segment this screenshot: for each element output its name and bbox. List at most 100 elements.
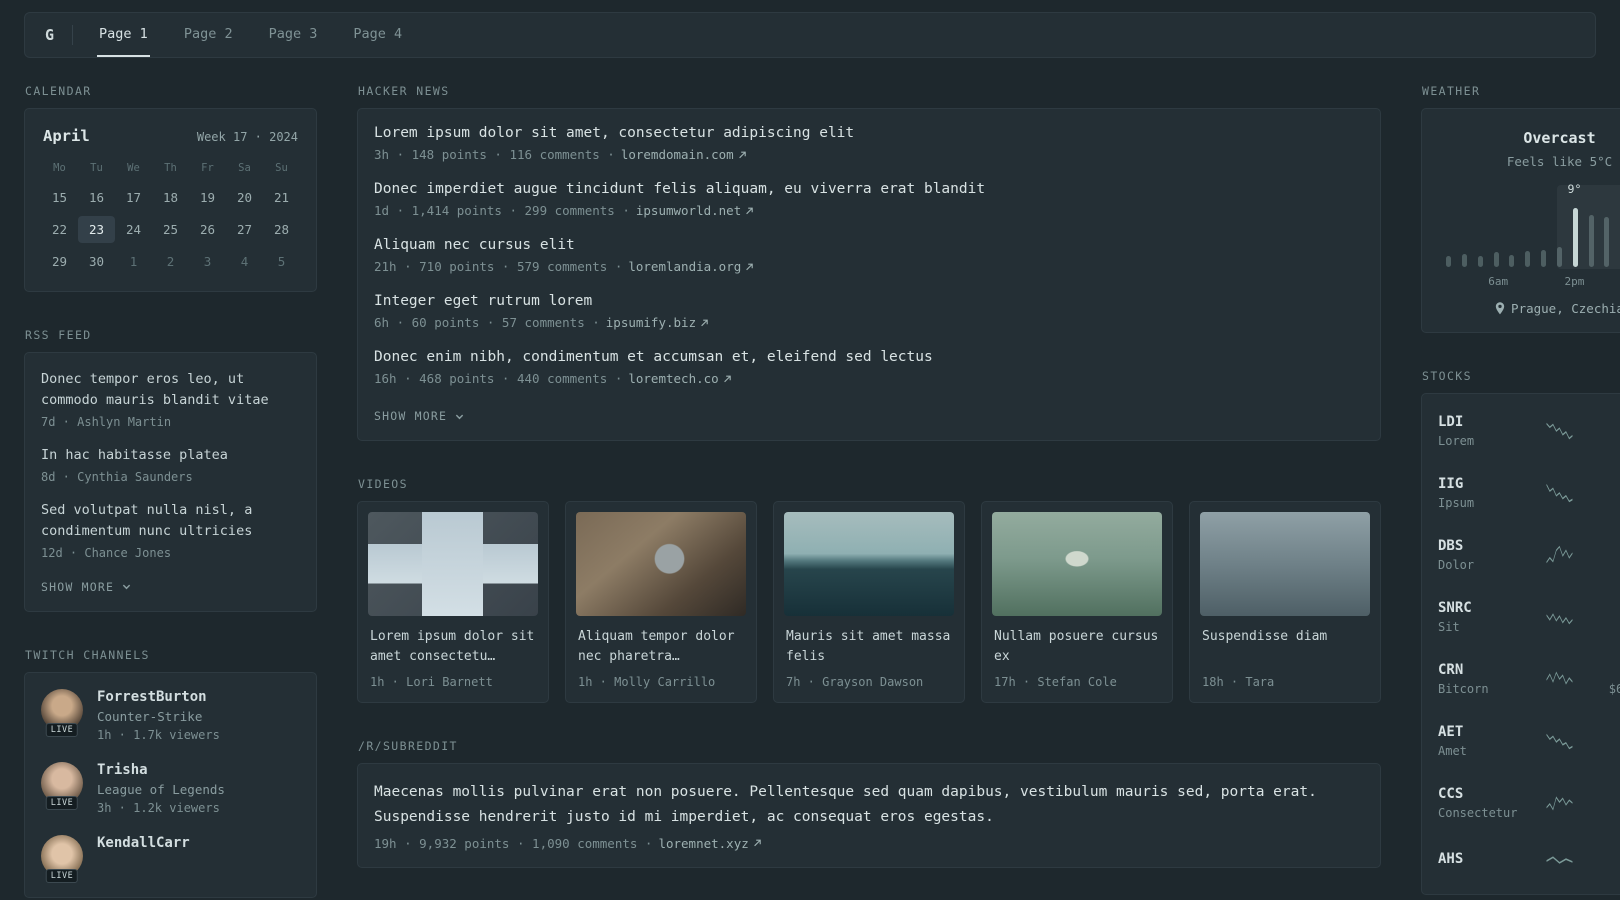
calendar-day: 27 — [236, 222, 253, 237]
calendar-day-next-month: 3 — [203, 254, 212, 269]
calendar-weekday: Su — [275, 162, 288, 174]
videos-row: Lorem ipsum dolor sit amet consectetu… 1… — [357, 501, 1381, 704]
twitch-channel-meta: 3h · 1.2k viewers — [97, 800, 220, 815]
reddit-post-domain-link[interactable]: loremnet.xyz — [658, 836, 761, 851]
video-card[interactable]: Mauris sit amet massa felis 7h · Grayson… — [773, 501, 965, 704]
stock-change: +2.84% — [1585, 477, 1620, 492]
stock-price: $156.28 — [1585, 558, 1620, 572]
weather-time-labels: 6am 2pm 10pm — [1446, 275, 1620, 289]
video-card[interactable]: Suspendisse diam 18h · Tara — [1189, 501, 1381, 704]
video-card[interactable]: Aliquam tempor dolor nec pharetra… 1h · … — [565, 501, 757, 704]
stock-row[interactable]: AHS +0.46% — [1438, 834, 1620, 888]
weather-feels-like: Feels like 5°C — [1506, 154, 1613, 169]
stock-values: +4.35% $795.18 — [1585, 415, 1620, 448]
video-thumbnail[interactable] — [576, 512, 746, 616]
twitch-channel-row[interactable]: LIVE Trisha League of Legends 3h · 1.2k … — [41, 761, 300, 815]
rss-widget: RSS FEED Donec tempor eros leo, ut commo… — [24, 328, 317, 612]
tab-page-1[interactable]: Page 1 — [97, 13, 150, 57]
middle-column: HACKER NEWS Lorem ipsum dolor sit amet, … — [357, 84, 1381, 900]
twitch-channel-row[interactable]: LIVE KendallCarr — [41, 834, 300, 883]
hn-story-domain-link[interactable]: loremdomain.com — [621, 147, 746, 162]
rss-item-title[interactable]: Donec tempor eros leo, ut commodo mauris… — [41, 369, 300, 411]
stock-row[interactable]: AET Amet +0.92% $499.72 — [1438, 710, 1620, 772]
calendar-day: 21 — [273, 190, 290, 205]
video-title[interactable]: Suspendisse diam — [1202, 627, 1368, 667]
video-meta: 1h · Molly Carrillo — [578, 675, 716, 690]
hn-story-title[interactable]: Donec enim nibh, condimentum et accumsan… — [374, 349, 1364, 365]
video-title[interactable]: Aliquam tempor dolor nec pharetra… — [578, 627, 744, 667]
hn-story-meta: 1d · 1,414 points · 299 comments · ipsum… — [374, 203, 1364, 218]
stock-identity: CRN Bitcorn — [1438, 662, 1534, 696]
hn-story: Aliquam nec cursus elit 21h · 710 points… — [374, 237, 1364, 274]
hn-story-title[interactable]: Lorem ipsum dolor sit amet, consectetur … — [374, 125, 1364, 141]
video-meta: 1h · Lori Barnett — [370, 675, 493, 690]
twitch-channel-name[interactable]: ForrestBurton — [97, 689, 207, 705]
stock-row[interactable]: CCS Consectetur +0.51% $165.84 — [1438, 772, 1620, 834]
stock-identity: CCS Consectetur — [1438, 786, 1534, 820]
stock-values: +1.36% $148.64 — [1585, 601, 1620, 634]
stock-row[interactable]: CRN Bitcorn -1.00% $66,171.48 — [1438, 648, 1620, 710]
stock-name: Lorem — [1438, 434, 1475, 448]
stock-row[interactable]: DBS Dolor +1.42% $156.28 — [1438, 524, 1620, 586]
calendar-day: 18 — [162, 190, 179, 205]
twitch-channel-meta: 1h · 1.7k viewers — [97, 727, 220, 742]
dashboard-grid: CALENDAR April Week 17 · 2024 Mo Tu We T… — [0, 58, 1620, 900]
hacker-news-widget-title: HACKER NEWS — [358, 84, 450, 98]
video-card[interactable]: Nullam posuere cursus ex 17h · Stefan Co… — [981, 501, 1173, 704]
hn-story-domain-link[interactable]: ipsumworld.net — [636, 203, 753, 218]
external-link-icon — [753, 839, 761, 847]
stock-row[interactable]: SNRC Sit +1.36% $148.64 — [1438, 586, 1620, 648]
stock-sparkline — [1546, 856, 1573, 864]
stock-sparkline — [1546, 733, 1573, 750]
rss-item-title[interactable]: In hac habitasse platea — [41, 445, 300, 466]
video-thumbnail[interactable] — [784, 512, 954, 616]
stock-sparkline — [1546, 545, 1573, 564]
hn-story-domain-link[interactable]: loremlandia.org — [628, 259, 754, 274]
chevron-down-icon — [455, 414, 464, 419]
stock-sparkline — [1546, 422, 1573, 440]
stock-row[interactable]: LDI Lorem +4.35% $795.18 — [1438, 400, 1620, 462]
video-title[interactable]: Mauris sit amet massa felis — [786, 627, 952, 667]
stock-identity: LDI Lorem — [1438, 414, 1534, 448]
video-meta: 18h · Tara — [1202, 675, 1275, 689]
tab-page-2[interactable]: Page 2 — [182, 13, 235, 57]
subreddit-widget: /R/SUBREDDIT Maecenas mollis pulvinar er… — [357, 739, 1381, 868]
domain-text: loremdomain.com — [620, 147, 734, 162]
rss-show-more-button[interactable]: SHOW MORE — [41, 580, 131, 594]
twitch-channel-row[interactable]: LIVE ForrestBurton Counter-Strike 1h · 1… — [41, 688, 300, 742]
calendar-day: 24 — [125, 222, 142, 237]
calendar-weekday: Fr — [201, 162, 214, 174]
video-title[interactable]: Nullam posuere cursus ex — [994, 627, 1160, 667]
twitch-channel-name[interactable]: Trisha — [97, 762, 148, 778]
hn-story-domain-link[interactable]: loremtech.co — [628, 371, 731, 386]
video-thumbnail[interactable] — [992, 512, 1162, 616]
calendar-day: 19 — [199, 190, 216, 205]
hn-story-title[interactable]: Aliquam nec cursus elit — [374, 237, 1364, 253]
reddit-post-title[interactable]: Maecenas mollis pulvinar erat non posuer… — [374, 780, 1364, 829]
weather-location-row[interactable]: Prague, Czechia — [1438, 301, 1620, 316]
stock-price: $795.18 — [1585, 434, 1620, 448]
calendar-weekday: Sa — [238, 162, 251, 174]
tab-page-4[interactable]: Page 4 — [351, 13, 404, 57]
tab-page-3[interactable]: Page 3 — [267, 13, 320, 57]
video-thumbnail[interactable] — [368, 512, 538, 616]
hn-story-title[interactable]: Donec imperdiet augue tincidunt felis al… — [374, 181, 1364, 197]
video-card[interactable]: Lorem ipsum dolor sit amet consectetu… 1… — [357, 501, 549, 704]
hn-show-more-label: SHOW MORE — [374, 409, 448, 423]
weather-bar — [1604, 217, 1610, 267]
hn-story-meta: 3h · 148 points · 116 comments · loremdo… — [374, 147, 1364, 162]
twitch-channel-name[interactable]: KendallCarr — [97, 835, 190, 851]
twitch-channel-info: Trisha League of Legends 3h · 1.2k viewe… — [97, 762, 225, 815]
stock-change: +1.36% — [1585, 601, 1620, 616]
rss-item-title[interactable]: Sed volutpat nulla nisl, a condimentum n… — [41, 500, 300, 542]
hn-story: Donec imperdiet augue tincidunt felis al… — [374, 181, 1364, 218]
stock-price: $165.84 — [1585, 806, 1620, 820]
twitch-avatar-wrap: LIVE — [41, 834, 83, 883]
hn-show-more-button[interactable]: SHOW MORE — [374, 409, 464, 423]
video-title[interactable]: Lorem ipsum dolor sit amet consectetu… — [370, 627, 536, 667]
hn-story-title[interactable]: Integer eget rutrum lorem — [374, 293, 1364, 309]
video-thumbnail[interactable] — [1200, 512, 1370, 616]
hn-story-domain-link[interactable]: ipsumify.biz — [606, 315, 708, 330]
stock-identity: SNRC Sit — [1438, 600, 1534, 634]
stock-row[interactable]: IIG Ipsum +2.84% $42.04 — [1438, 462, 1620, 524]
